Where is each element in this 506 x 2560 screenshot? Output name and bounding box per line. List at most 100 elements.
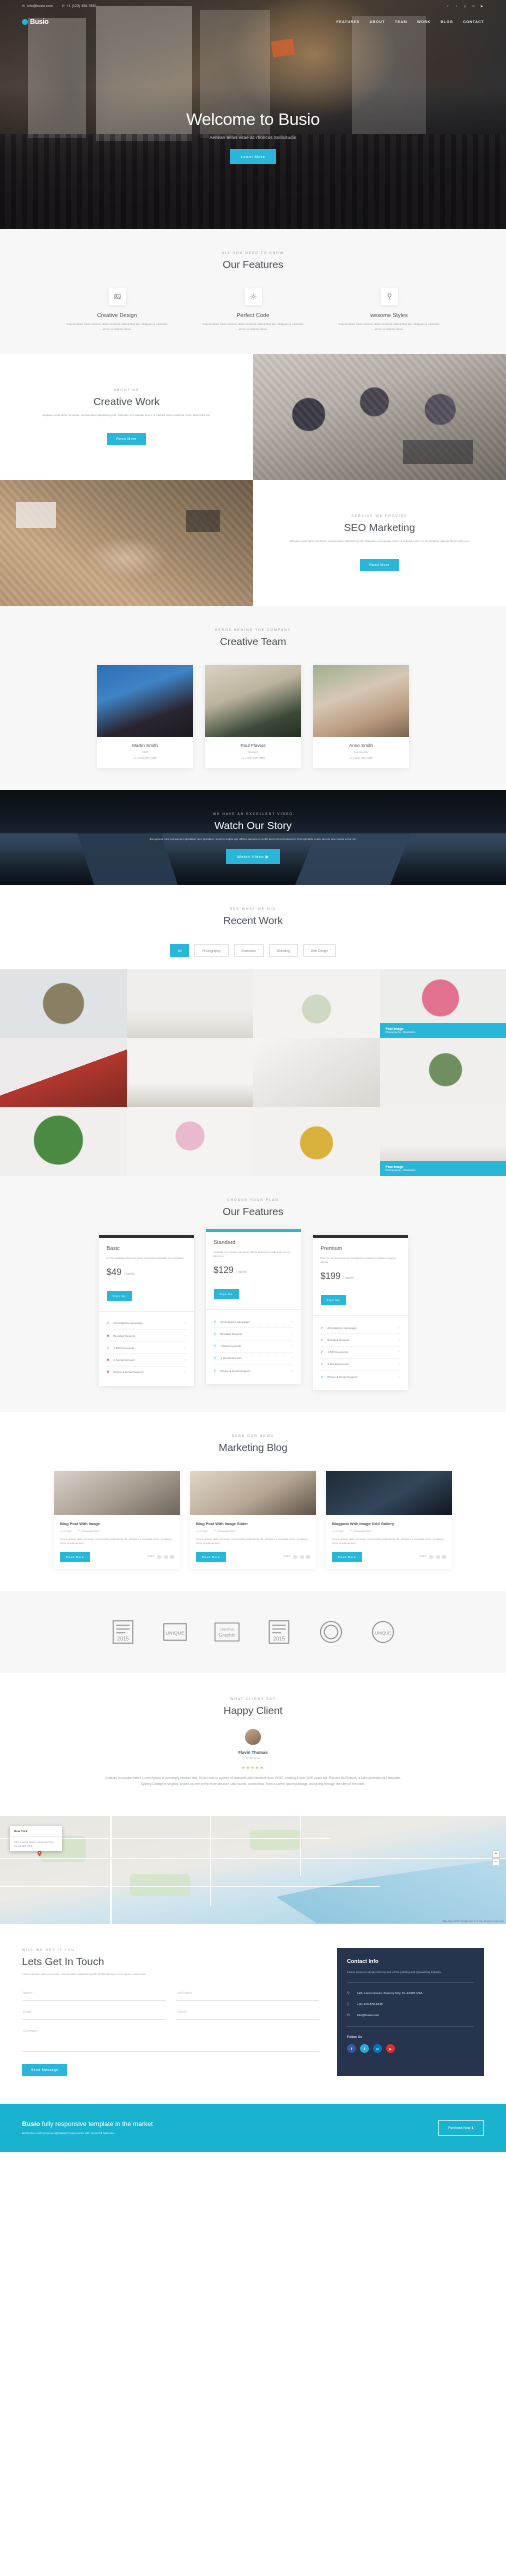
info-icon[interactable]: ? [184, 1346, 186, 1350]
linkedin-icon[interactable]: in [472, 4, 476, 8]
check-icon: ✔ [106, 1321, 110, 1326]
name-field[interactable] [22, 1985, 166, 2001]
info-icon[interactable]: ? [184, 1370, 186, 1374]
nav-item-work[interactable]: WORK [417, 20, 430, 24]
info-icon[interactable]: ? [291, 1332, 293, 1336]
blog-card[interactable]: Blog Post With Image Slider ◷ 21 Sep 🏷 U… [190, 1471, 316, 1569]
testimonial-text: Contrary to popular belief, Lorem Ipsum … [104, 1776, 402, 1786]
work-item-white-pots[interactable]: Past Image Photography - Illustration [379, 1107, 506, 1177]
work-item-yarn-ball[interactable] [0, 969, 127, 1039]
seo-read-more-button[interactable]: Read More [360, 559, 399, 572]
work-item-car[interactable] [0, 1038, 127, 1108]
email-field[interactable] [22, 2004, 166, 2020]
facebook-icon[interactable] [293, 1554, 297, 1559]
team-member-name: Anne Smith [349, 742, 373, 748]
blog-share[interactable]: Share [419, 1554, 446, 1559]
facebook-icon[interactable]: f [347, 2044, 356, 2054]
filter-photography[interactable]: Photography [194, 944, 229, 958]
info-icon[interactable]: ? [398, 1375, 400, 1379]
linkedin-icon[interactable] [306, 1554, 310, 1559]
facebook-icon[interactable] [429, 1554, 433, 1559]
filter-illustration[interactable]: Illustration [233, 944, 265, 958]
nav-item-blog[interactable]: BLOG [441, 20, 453, 24]
linkedin-icon[interactable]: in [373, 2044, 382, 2054]
info-icon[interactable]: ? [184, 1334, 186, 1338]
nav-item-team[interactable]: TEAM [395, 20, 407, 24]
youtube-icon[interactable]: ▶ [480, 4, 484, 8]
plan-signup-button[interactable]: Sign Up [213, 1289, 239, 1300]
work-item-vase-plant[interactable] [379, 1038, 506, 1108]
work-item-plant-pot[interactable] [253, 969, 380, 1039]
map-zoom-out-button[interactable]: − [492, 1857, 500, 1866]
nav-item-features[interactable]: FEATURES [336, 20, 359, 24]
contact-info-title: Contact Info [347, 1958, 379, 1965]
phone-field[interactable] [175, 2004, 319, 2020]
info-icon[interactable]: ? [398, 1362, 400, 1366]
facebook-icon[interactable]: f [446, 4, 450, 8]
team-card[interactable]: Paul Flavius Design +1 (123) 456 7889 [205, 664, 301, 769]
info-icon[interactable]: ? [398, 1350, 400, 1354]
blog-share[interactable]: Share [147, 1554, 174, 1559]
filter-web-design[interactable]: Web Design [302, 944, 337, 958]
filter-branding[interactable]: Branding [269, 944, 298, 958]
plan-feature-row: ✔ 1,500 Keywords? [320, 1347, 400, 1359]
twitter-icon[interactable] [163, 1554, 168, 1559]
team-card[interactable]: Martin Smith CEO +1 (123) 456 7889 [97, 664, 193, 769]
info-icon[interactable]: ? [291, 1344, 293, 1348]
work-item-fruit-bowl[interactable] [253, 1107, 380, 1177]
twitter-icon[interactable] [435, 1554, 440, 1559]
info-icon[interactable]: ? [398, 1338, 400, 1342]
info-icon[interactable]: ? [184, 1358, 186, 1362]
nav-item-about[interactable]: ABOUT [370, 20, 385, 24]
send-message-button[interactable]: Send Message [22, 2063, 68, 2076]
team-card[interactable]: Anne Smith Community +1 (123) 456 7889 [313, 664, 409, 769]
plan-signup-button[interactable]: Sign Up [320, 1295, 346, 1306]
info-icon[interactable]: ? [398, 1326, 400, 1330]
topbar-phone[interactable]: ✆ +1 (123) 456-7890 [62, 4, 97, 8]
work-item-flower-vases[interactable] [126, 1107, 253, 1177]
comment-field[interactable] [22, 2023, 319, 2052]
blog-read-more-button[interactable]: Read More [60, 1551, 90, 1562]
footer-brand: Busio [22, 2120, 41, 2128]
work-item-interior[interactable] [126, 1038, 253, 1108]
info-icon[interactable]: ? [184, 1321, 186, 1325]
plan-name: Premium [320, 1245, 343, 1252]
info-icon[interactable]: ? [291, 1320, 293, 1324]
site-logo[interactable]: Busio [22, 19, 49, 26]
map-road-v2 [210, 1815, 212, 1906]
contact-email[interactable]: ✉ info@busio.com [347, 2013, 474, 2018]
blog-read-more-button[interactable]: Read More [332, 1551, 362, 1562]
last-name-field[interactable] [175, 1985, 319, 2001]
blog-read-more-button[interactable]: Read More [196, 1551, 226, 1562]
work-item-chairs[interactable] [126, 969, 253, 1039]
purchase-now-button[interactable]: Purchase Now ⬇ [438, 2119, 484, 2136]
blog-card[interactable]: Blogpost With Image Grid Gallery ◷ 21 Se… [326, 1471, 452, 1569]
linkedin-icon[interactable] [442, 1554, 446, 1559]
blog-category: 🏷 Uncategorized [349, 1530, 372, 1534]
hero-cta-button[interactable]: Learn More [229, 149, 277, 164]
info-icon[interactable]: ? [291, 1369, 293, 1373]
twitter-icon[interactable] [299, 1554, 304, 1559]
blog-share[interactable]: Share [283, 1554, 310, 1559]
filter-all[interactable]: All [169, 944, 190, 958]
twitter-icon[interactable]: t [455, 4, 459, 8]
blog-card[interactable]: Blog Post With Image ◷ 21 Sep 🏷 Uncatego… [54, 1471, 180, 1569]
facebook-icon[interactable] [157, 1554, 161, 1559]
topbar-email[interactable]: ✉ info@busio.com [22, 4, 53, 8]
plan-signup-button[interactable]: Sign Up [106, 1290, 132, 1301]
linkedin-icon[interactable] [170, 1554, 174, 1559]
about-read-more-button[interactable]: Read More [107, 433, 146, 446]
map-section[interactable]: New York 123, Lorem Ipsum, Dummy City, F… [0, 1815, 506, 1924]
map-zoom-in-button[interactable]: + [492, 1849, 500, 1858]
twitter-icon[interactable]: t [360, 2044, 369, 2054]
work-item-green-leaf[interactable] [0, 1107, 127, 1177]
work-item-pink-flower[interactable]: Past Image Photography - Illustration [379, 969, 506, 1039]
youtube-icon[interactable]: ▶ [386, 2044, 395, 2054]
blog-thumbnail [326, 1471, 452, 1516]
watch-video-button[interactable]: Watch Video ▶ [226, 848, 280, 864]
contact-phone[interactable]: ▯ +(1) 123-878-1645 [347, 2002, 474, 2007]
info-icon[interactable]: ? [291, 1356, 293, 1360]
nav-item-contact[interactable]: CONTACT [463, 20, 484, 24]
google-plus-icon[interactable]: g [463, 4, 467, 8]
work-item-stationery[interactable] [253, 1038, 380, 1108]
